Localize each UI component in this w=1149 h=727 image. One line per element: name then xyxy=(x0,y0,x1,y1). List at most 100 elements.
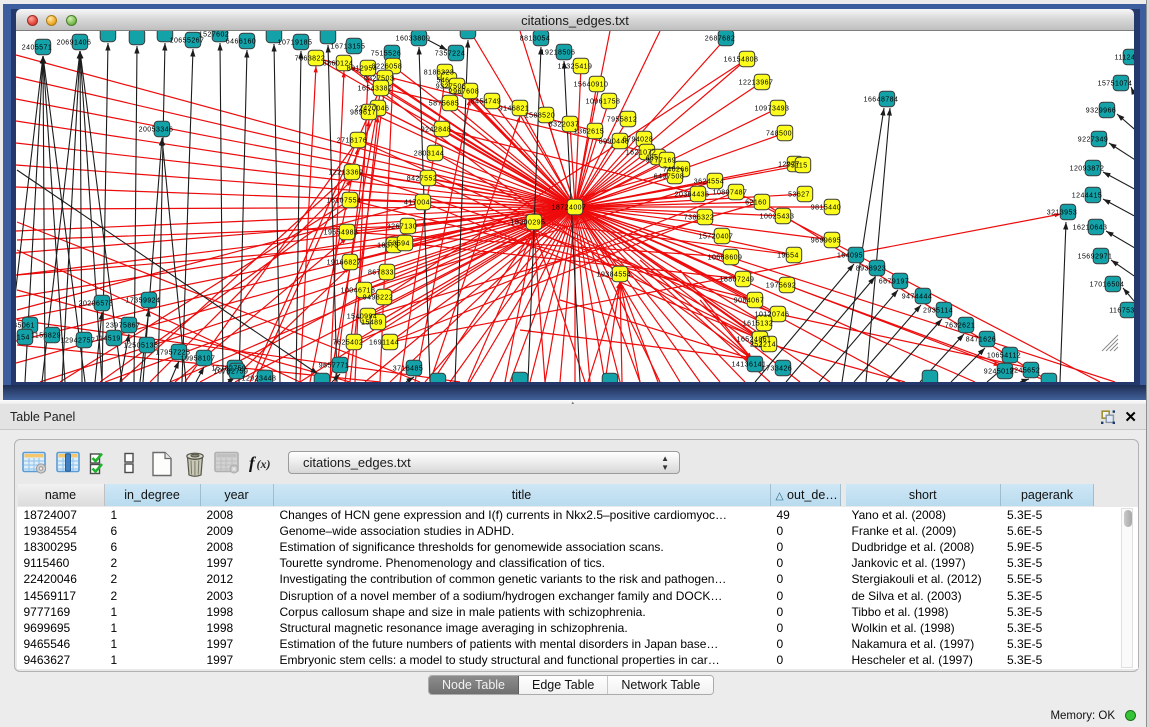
svg-text:9084067: 9084067 xyxy=(734,297,764,304)
svg-text:9474444: 9474444 xyxy=(902,293,932,300)
svg-text:164095: 164095 xyxy=(837,252,863,259)
svg-text:1588520: 1588520 xyxy=(525,112,555,119)
svg-text:10654112: 10654112 xyxy=(987,352,1021,359)
svg-text:10807487: 10807487 xyxy=(713,189,748,196)
svg-text:7515526: 7515526 xyxy=(371,50,401,57)
svg-text:9242848: 9242848 xyxy=(421,126,451,133)
svg-text:19958107: 19958107 xyxy=(181,355,216,362)
svg-text:10025433: 10025433 xyxy=(760,213,795,220)
svg-text:8427552: 8427552 xyxy=(407,175,437,182)
svg-text:5875685: 5875685 xyxy=(429,100,459,107)
svg-text:20053346: 20053346 xyxy=(139,126,174,133)
svg-text:8322037: 8322037 xyxy=(549,121,579,128)
svg-text:3716485: 3716485 xyxy=(393,365,423,372)
svg-text:7632621: 7632621 xyxy=(945,322,975,329)
svg-text:9777169: 9777169 xyxy=(646,157,676,164)
svg-text:(x): (x) xyxy=(257,457,271,471)
svg-text:9699695: 9699695 xyxy=(811,237,841,244)
svg-text:746266: 746266 xyxy=(663,166,689,173)
svg-text:18724007: 18724007 xyxy=(552,204,587,211)
svg-text:16154808: 16154808 xyxy=(724,56,759,63)
svg-text:2718176: 2718176 xyxy=(337,137,367,144)
svg-text:7386322: 7386322 xyxy=(684,214,714,221)
svg-text:6679197: 6679197 xyxy=(879,278,909,285)
svg-text:53627: 53627 xyxy=(788,191,810,198)
svg-text:748500: 748500 xyxy=(766,130,792,137)
svg-text:7625402: 7625402 xyxy=(333,339,363,346)
svg-text:7357224: 7357224 xyxy=(435,50,465,57)
svg-text:20206578: 20206578 xyxy=(79,300,114,307)
svg-text:2935114: 2935114 xyxy=(923,307,953,314)
svg-text:1527602: 1527602 xyxy=(199,31,229,38)
svg-text:39154: 39154 xyxy=(16,334,30,341)
svg-text:16648784: 16648784 xyxy=(864,96,899,103)
svg-text:17359924: 17359924 xyxy=(126,297,161,304)
svg-text:8186323: 8186323 xyxy=(424,69,454,76)
svg-text:9329966: 9329966 xyxy=(1086,107,1116,114)
svg-text:15720407: 15720407 xyxy=(699,233,734,240)
svg-text:8938923: 8938923 xyxy=(856,265,886,272)
svg-text:7663822: 7663822 xyxy=(295,55,325,62)
svg-text:10973493: 10973493 xyxy=(755,105,790,112)
svg-text:19166827: 19166827 xyxy=(327,259,362,266)
svg-text:15692971: 15692971 xyxy=(1078,253,1113,260)
svg-text:35061: 35061 xyxy=(16,322,35,329)
svg-text:10688609: 10688609 xyxy=(708,254,743,261)
svg-text:19654: 19654 xyxy=(777,252,799,259)
svg-text:17016504: 17016504 xyxy=(1090,281,1125,288)
svg-text:20364436: 20364436 xyxy=(675,191,710,198)
svg-text:9815440: 9815440 xyxy=(811,204,841,211)
svg-text:417004: 417004 xyxy=(404,199,430,206)
svg-text:9657771: 9657771 xyxy=(319,362,349,369)
svg-text:23975867: 23975867 xyxy=(106,322,141,329)
svg-text:18807249: 18807249 xyxy=(720,276,755,283)
svg-text:16033809: 16033809 xyxy=(396,35,431,42)
svg-text:1362615: 1362615 xyxy=(574,128,604,135)
svg-text:16713155: 16713155 xyxy=(331,43,366,50)
svg-text:12093872: 12093872 xyxy=(1070,165,1105,172)
svg-text:15751074: 15751074 xyxy=(1098,80,1133,87)
svg-text:2803144: 2803144 xyxy=(414,150,444,157)
svg-text:10782759: 10782759 xyxy=(214,368,249,375)
svg-text:12213967: 12213967 xyxy=(739,79,774,86)
svg-text:19384554: 19384554 xyxy=(597,271,632,278)
svg-text:9327503: 9327503 xyxy=(364,75,394,82)
svg-text:10120746: 10120746 xyxy=(755,311,790,318)
svg-text:867833: 867833 xyxy=(368,269,394,276)
svg-text:18300295: 18300295 xyxy=(511,219,546,226)
svg-text:10719185: 10719185 xyxy=(278,39,313,46)
svg-text:12505135: 12505135 xyxy=(124,342,159,349)
svg-text:3267130: 3267130 xyxy=(387,223,417,230)
svg-text:15640910: 15640910 xyxy=(574,81,609,88)
svg-text:2405571: 2405571 xyxy=(22,44,52,51)
svg-text:8226058: 8226058 xyxy=(372,63,402,70)
svg-text:8813054: 8813054 xyxy=(520,35,550,42)
svg-text:62160: 62160 xyxy=(745,199,767,206)
svg-text:12325419: 12325419 xyxy=(558,63,593,70)
svg-text:19654983: 19654983 xyxy=(324,229,359,236)
svg-text:3213953: 3213953 xyxy=(1047,209,1077,216)
svg-text:9245012: 9245012 xyxy=(984,368,1014,375)
svg-text:3624554: 3624554 xyxy=(694,178,724,185)
svg-text:20691406: 20691406 xyxy=(57,39,92,46)
svg-text:10655267: 10655267 xyxy=(170,37,205,44)
svg-text:2687682: 2687682 xyxy=(705,35,735,42)
svg-text:6466160: 6466160 xyxy=(226,38,256,45)
svg-text:8454749: 8454749 xyxy=(471,98,501,105)
svg-text:1975692: 1975692 xyxy=(766,282,796,289)
svg-text:989617: 989617 xyxy=(350,109,376,116)
svg-text:114519: 114519 xyxy=(95,335,121,342)
svg-text:19218506: 19218506 xyxy=(541,49,576,56)
svg-text:15489: 15489 xyxy=(361,319,383,326)
svg-text:12923448: 12923448 xyxy=(242,375,277,382)
svg-text:1156829: 1156829 xyxy=(31,332,61,339)
svg-text:252214: 252214 xyxy=(750,341,776,348)
svg-text:10961758: 10961758 xyxy=(586,98,621,105)
svg-text:1733426: 1733426 xyxy=(762,365,792,372)
svg-text:16210643: 16210643 xyxy=(1073,224,1108,231)
svg-text:1691144: 1691144 xyxy=(369,339,399,346)
svg-text:9245652: 9245652 xyxy=(1010,367,1040,374)
svg-text:12213369: 12213369 xyxy=(329,169,364,176)
svg-text:6497508: 6497508 xyxy=(654,173,684,180)
svg-text:16543382: 16543382 xyxy=(358,85,393,92)
